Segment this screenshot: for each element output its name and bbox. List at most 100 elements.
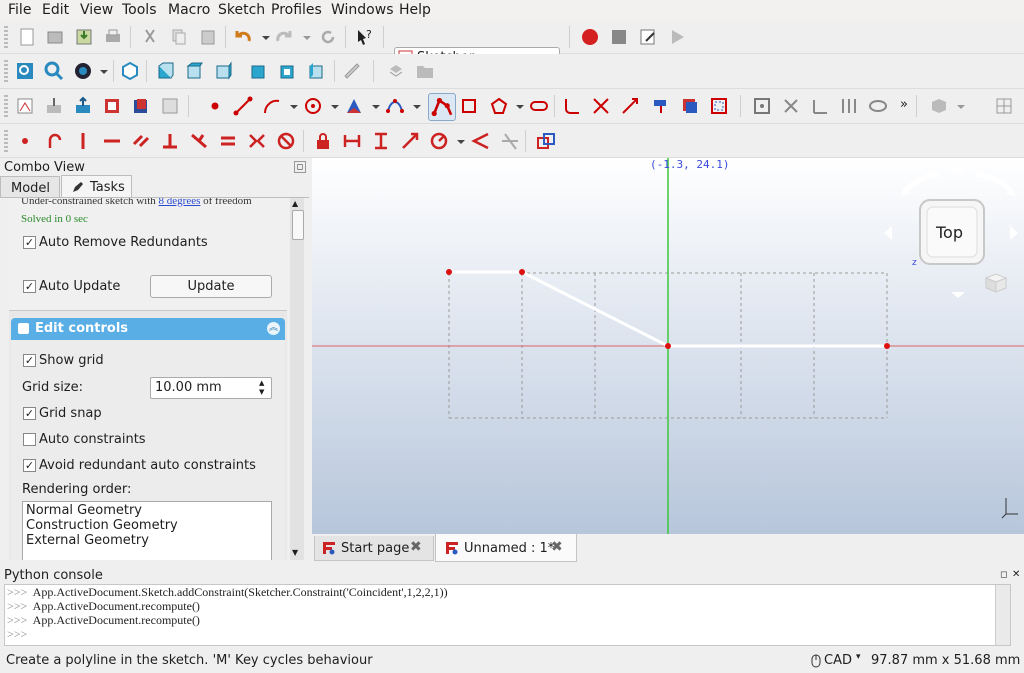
collapse-icon[interactable]: ︽ xyxy=(267,322,280,335)
list-item[interactable]: Construction Geometry xyxy=(26,518,178,533)
constrain-perpendicular-icon[interactable] xyxy=(160,131,180,151)
extend-icon[interactable] xyxy=(620,96,640,116)
tab-tasks[interactable]: Tasks xyxy=(61,175,132,198)
construction-mode-icon[interactable] xyxy=(709,96,729,116)
view-front-icon[interactable] xyxy=(156,61,176,81)
view-sketch-icon[interactable] xyxy=(73,96,93,116)
list-item[interactable]: Normal Geometry xyxy=(26,503,142,518)
task-panel-scrollbar[interactable]: ▲ ▼ xyxy=(290,198,304,560)
list-item[interactable]: External Geometry xyxy=(26,533,149,548)
circle-icon[interactable] xyxy=(303,96,323,116)
spin-up-icon[interactable]: ▲ xyxy=(259,379,264,387)
reorient-sketch-icon[interactable] xyxy=(160,96,180,116)
edit-controls-header[interactable]: Edit controls ︽ xyxy=(11,318,285,340)
fit-all-icon[interactable] xyxy=(15,61,35,81)
menu-file[interactable]: File xyxy=(8,2,31,18)
macro-run-icon[interactable] xyxy=(667,27,687,47)
view-bottom-icon[interactable] xyxy=(278,61,298,81)
view-isometric-icon[interactable] xyxy=(120,61,140,81)
more-tools-icon[interactable]: » xyxy=(900,97,908,112)
degrees-of-freedom-link[interactable]: 8 degrees xyxy=(159,198,201,207)
constrain-angle-icon[interactable] xyxy=(471,131,491,151)
spin-down-icon[interactable]: ▼ xyxy=(259,388,264,396)
point-icon[interactable] xyxy=(205,96,225,116)
toolbar-grip[interactable] xyxy=(4,26,8,48)
grid-snap-checkbox[interactable]: ✓ xyxy=(23,407,36,420)
copy-icon[interactable] xyxy=(169,27,189,47)
constrain-horizontal-icon[interactable] xyxy=(102,131,122,151)
constrain-symmetric-icon[interactable] xyxy=(247,131,267,151)
macro-edit-icon[interactable] xyxy=(638,27,658,47)
arrow-left-icon[interactable] xyxy=(884,226,894,240)
view-rear-icon[interactable] xyxy=(249,61,269,81)
undock-icon[interactable]: ◻ xyxy=(1000,570,1007,580)
bspline-dropdown-icon[interactable] xyxy=(407,96,427,116)
auto-remove-redundants-checkbox[interactable]: ✓ xyxy=(23,236,36,249)
constrain-horizontal-distance-icon[interactable] xyxy=(342,131,362,151)
select-origin-icon[interactable] xyxy=(810,96,830,116)
restore-internal-geometry-icon[interactable] xyxy=(868,96,888,116)
grid-tool-icon[interactable] xyxy=(994,96,1014,116)
constrain-snells-law-icon[interactable] xyxy=(500,131,520,151)
undo-icon[interactable] xyxy=(233,27,253,47)
create-sketch-icon[interactable] xyxy=(15,96,35,116)
menu-macro[interactable]: Macro xyxy=(168,2,210,18)
constrain-block-icon[interactable] xyxy=(276,131,296,151)
menu-windows[interactable]: Windows xyxy=(331,2,394,18)
external-geometry-icon[interactable] xyxy=(651,96,671,116)
rendering-order-list[interactable]: Normal Geometry Construction Geometry Ex… xyxy=(22,501,272,560)
scroll-down-icon[interactable]: ▼ xyxy=(292,548,298,557)
constrain-equal-icon[interactable] xyxy=(218,131,238,151)
view-section-icon[interactable] xyxy=(102,96,122,116)
macro-record-icon[interactable] xyxy=(580,27,600,47)
virtual-space-dropdown-icon[interactable] xyxy=(951,96,971,116)
conic-icon[interactable] xyxy=(344,96,364,116)
3d-viewport[interactable]: (-1.3, 24.1) Top z xyxy=(312,158,1024,534)
constrain-vertical-icon[interactable] xyxy=(73,131,93,151)
group-icon[interactable] xyxy=(415,61,435,81)
redo-dropdown-icon[interactable] xyxy=(297,27,317,47)
navcube-face-label[interactable]: Top xyxy=(936,223,963,242)
constrain-parallel-icon[interactable] xyxy=(131,131,151,151)
tab-unnamed[interactable]: Unnamed : 1* ✖ xyxy=(435,534,577,562)
python-console-output[interactable]: >>> App.ActiveDocument.Sketch.addConstra… xyxy=(4,584,1011,646)
select-axis-icon[interactable] xyxy=(839,96,859,116)
select-elements-icon[interactable] xyxy=(752,96,772,116)
polyline-icon[interactable] xyxy=(428,93,456,121)
view-right-icon[interactable] xyxy=(214,61,234,81)
constrain-tangent-icon[interactable] xyxy=(189,131,209,151)
redo-icon[interactable] xyxy=(274,27,294,47)
scroll-up-icon[interactable]: ▲ xyxy=(292,199,298,208)
macro-stop-icon[interactable] xyxy=(609,27,629,47)
cut-icon[interactable] xyxy=(140,27,160,47)
menu-tools[interactable]: Tools xyxy=(122,2,157,18)
new-document-icon[interactable] xyxy=(17,27,37,47)
fit-selection-icon[interactable] xyxy=(44,61,64,81)
carbon-copy-icon[interactable] xyxy=(680,96,700,116)
menu-view[interactable]: View xyxy=(80,2,113,18)
undo-dropdown-icon[interactable] xyxy=(256,27,276,47)
constrain-radius-dropdown-icon[interactable] xyxy=(451,131,471,151)
show-grid-checkbox[interactable]: ✓ xyxy=(23,354,36,367)
select-constraints-icon[interactable] xyxy=(781,96,801,116)
draw-style-dropdown-icon[interactable] xyxy=(94,61,114,81)
bspline-icon[interactable] xyxy=(385,96,405,116)
tab-model[interactable]: Model xyxy=(0,176,60,198)
polygon-icon[interactable] xyxy=(489,96,509,116)
auto-update-checkbox[interactable]: ✓ xyxy=(23,280,36,293)
console-input[interactable]: >>> xyxy=(7,627,27,642)
chevron-down-icon[interactable]: ▾ xyxy=(856,652,861,662)
menu-sketch[interactable]: Sketch xyxy=(218,2,265,18)
grid-size-input[interactable]: 10.00 mm ▲ ▼ xyxy=(150,377,272,399)
tab-start-page[interactable]: Start page ✖ xyxy=(314,536,434,561)
line-icon[interactable] xyxy=(233,96,253,116)
constrain-coincident-icon[interactable] xyxy=(15,131,35,151)
constrain-distance-icon[interactable] xyxy=(400,131,420,151)
refresh-icon[interactable] xyxy=(318,27,338,47)
whats-this-icon[interactable]: ? xyxy=(354,27,374,47)
close-icon[interactable]: ✖ xyxy=(410,539,422,555)
constrain-lock-icon[interactable] xyxy=(313,131,333,151)
slot-icon[interactable] xyxy=(529,96,549,116)
arc-dropdown-icon[interactable] xyxy=(284,96,304,116)
open-icon[interactable] xyxy=(45,27,65,47)
